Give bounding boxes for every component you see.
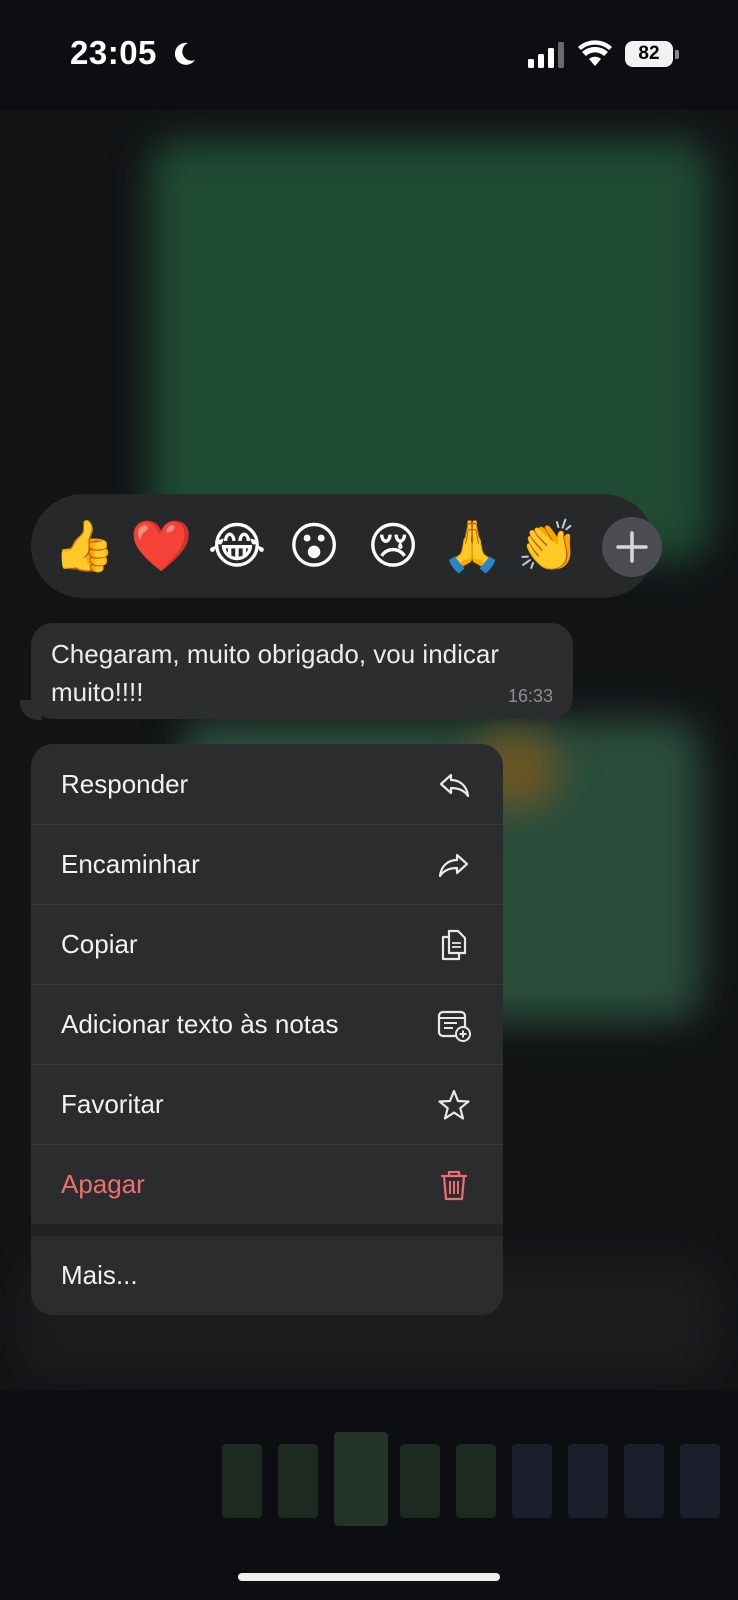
thumbnail-active[interactable] (334, 1432, 388, 1526)
cellular-signal-icon (528, 42, 564, 68)
more-reactions-button[interactable] (602, 517, 662, 577)
menu-item-label: Favoritar (61, 1089, 164, 1119)
thumbnail[interactable] (512, 1444, 552, 1518)
menu-item-label: Apagar (61, 1169, 145, 1199)
trash-icon (441, 1170, 467, 1201)
reaction-bar: 👍 ❤️ 😂 😮 😢 🙏 👏 (31, 494, 662, 598)
moon-icon (174, 42, 195, 65)
menu-item-add-to-notes[interactable]: Adicionar texto às notas (31, 984, 503, 1065)
battery-nub (675, 50, 679, 59)
status-time: 23:05 (70, 34, 157, 71)
menu-separator (31, 1224, 503, 1236)
reply-icon (439, 773, 470, 798)
reaction-surprised[interactable]: 😮 (284, 516, 344, 576)
message-time: 16:33 (507, 686, 553, 706)
menu-item-label: Mais... (61, 1260, 138, 1290)
menu-item-more[interactable]: Mais... (31, 1236, 503, 1315)
reaction-praying[interactable]: 🙏 (441, 516, 503, 576)
thumbnail[interactable] (568, 1444, 608, 1518)
thumbnail[interactable] (456, 1444, 496, 1518)
thumbnail-strip (222, 1432, 732, 1532)
menu-item-delete[interactable]: Apagar (31, 1144, 503, 1224)
thumbnail[interactable] (624, 1444, 664, 1518)
thumbnail[interactable] (400, 1444, 440, 1518)
message-bubble: Chegaram, muito obrigado, vou indicar mu… (31, 623, 573, 719)
home-indicator[interactable] (238, 1573, 500, 1581)
status-bar: 23:05 82 (0, 0, 738, 110)
plus-icon (616, 531, 648, 563)
context-menu: Responder Encaminhar Copiar Adicionar te… (31, 744, 503, 1315)
menu-item-label: Copiar (61, 929, 138, 959)
thumbnail[interactable] (222, 1444, 262, 1518)
reaction-clapping[interactable]: 👏 (517, 516, 579, 576)
reaction-crying[interactable]: 😢 (363, 516, 423, 576)
add-note-icon (437, 1010, 471, 1042)
thumbnail[interactable] (278, 1444, 318, 1518)
menu-item-label: Encaminhar (61, 849, 200, 879)
menu-item-reply[interactable]: Responder (31, 744, 503, 825)
menu-item-forward[interactable]: Encaminhar (31, 824, 503, 905)
reaction-thumbs-up[interactable]: 👍 (53, 516, 115, 576)
forward-icon (438, 853, 469, 878)
wifi-icon (578, 40, 612, 66)
reaction-laughing[interactable]: 😂 (207, 516, 267, 576)
menu-item-copy[interactable]: Copiar (31, 904, 503, 985)
menu-item-favorite[interactable]: Favoritar (31, 1064, 503, 1145)
menu-item-label: Adicionar texto às notas (61, 1009, 339, 1039)
message-text: Chegaram, muito obrigado, vou indicar mu… (51, 639, 500, 707)
thumbnail[interactable] (680, 1444, 720, 1518)
star-icon (438, 1089, 470, 1120)
copy-icon (441, 929, 467, 961)
screen: 23:05 82 👍 ❤️ 😂 😮 😢 🙏 👏 Chegaram, muito … (0, 0, 738, 1600)
battery-level: 82 (625, 41, 673, 67)
reaction-heart[interactable]: ❤️ (130, 516, 192, 576)
menu-item-label: Responder (61, 769, 189, 799)
